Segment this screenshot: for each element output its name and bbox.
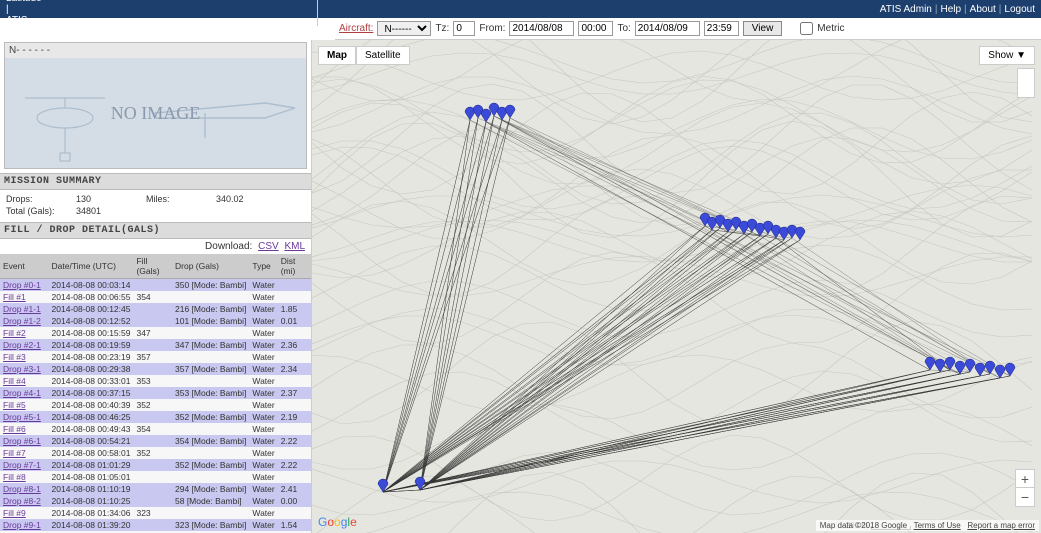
google-logo: Google [318, 515, 357, 529]
event-link[interactable]: Fill #6 [3, 424, 26, 434]
event-link[interactable]: Fill #3 [3, 352, 26, 362]
event-link[interactable]: Fill #4 [3, 376, 26, 386]
event-link[interactable]: Drop #2-1 [3, 340, 41, 350]
zoom-in-button[interactable]: + [1016, 470, 1034, 488]
tz-input[interactable] [453, 21, 475, 36]
table-row: Drop #8-22014-08-08 01:10:2558 [Mode: Ba… [0, 495, 311, 507]
event-link[interactable]: Drop #7-1 [3, 460, 41, 470]
show-overlay-button[interactable]: Show ▼ [979, 46, 1035, 65]
event-link[interactable]: Drop #4-1 [3, 388, 41, 398]
event-link[interactable]: Fill #5 [3, 400, 26, 410]
no-image-text: NO IMAGE [111, 103, 201, 124]
table-row: Fill #12014-08-08 00:06:55354Water [0, 291, 311, 303]
event-link[interactable]: Fill #9 [3, 508, 26, 518]
table-row: Fill #22014-08-08 00:15:59347Water [0, 327, 311, 339]
map-type-satellite-button[interactable]: Satellite [356, 46, 410, 65]
event-link[interactable]: Fill #2 [3, 328, 26, 338]
event-link[interactable]: Fill #7 [3, 448, 26, 458]
download-csv-link[interactable]: CSV [258, 241, 279, 252]
detail-scroll[interactable]: EventDate/Time (UTC)Fill (Gals)Drop (Gal… [0, 254, 311, 533]
filter-bar: Aircraft: N------ Tz: From: To: View Met… [335, 18, 1041, 40]
table-row: Drop #4-12014-08-08 00:37:15353 [Mode: B… [0, 387, 311, 399]
from-time-input[interactable] [578, 21, 613, 36]
table-row: Fill #82014-08-08 01:05:01Water [0, 471, 311, 483]
event-link[interactable]: Drop #8-2 [3, 496, 41, 506]
report-error-link[interactable]: Report a map error [967, 521, 1035, 530]
table-row: Fill #72014-08-08 00:58:01352Water [0, 447, 311, 459]
aircraft-select[interactable]: N------ [377, 21, 431, 36]
mission-summary-heading: MISSION SUMMARY [0, 173, 311, 190]
topnav-atis-admin[interactable]: ATIS Admin [880, 4, 932, 15]
terms-link[interactable]: Terms of Use [914, 521, 961, 530]
table-row: Fill #62014-08-08 00:49:43354Water [0, 423, 311, 435]
detail-table: EventDate/Time (UTC)Fill (Gals)Drop (Gal… [0, 254, 311, 533]
table-row: Drop #7-12014-08-08 01:01:29352 [Mode: B… [0, 459, 311, 471]
event-link[interactable]: Drop #6-1 [3, 436, 41, 446]
top-bar: Latitude | ATIS ATIS Admin|Help|About|Lo… [0, 0, 1041, 18]
table-row: Fill #42014-08-08 00:33:01353Water [0, 375, 311, 387]
from-date-input[interactable] [509, 21, 574, 36]
event-link[interactable]: Fill #8 [3, 472, 26, 482]
to-date-input[interactable] [635, 21, 700, 36]
view-button[interactable]: View [743, 21, 783, 36]
zoom-out-button[interactable]: − [1016, 488, 1034, 506]
mission-summary: Drops:130Miles:340.02Total (Gals):34801 [0, 190, 311, 222]
table-row: Drop #0-12014-08-08 00:03:14350 [Mode: B… [0, 279, 311, 292]
table-row: Fill #92014-08-08 01:34:06323Water [0, 507, 311, 519]
table-row: Drop #2-12014-08-08 00:19:59347 [Mode: B… [0, 339, 311, 351]
table-row: Fill #32014-08-08 00:23:19357Water [0, 351, 311, 363]
event-link[interactable]: Drop #3-1 [3, 364, 41, 374]
table-row: Fill #52014-08-08 00:40:39352Water [0, 399, 311, 411]
fullscreen-icon[interactable] [1017, 68, 1035, 98]
map-attribution: Map data ©2018 Google Terms of Use Repor… [816, 520, 1039, 531]
metric-checkbox[interactable] [800, 22, 813, 35]
metric-label: Metric [817, 23, 844, 34]
table-row: Drop #9-12014-08-08 01:39:20323 [Mode: B… [0, 519, 311, 531]
event-link[interactable]: Drop #8-1 [3, 484, 41, 494]
to-label: To: [617, 23, 630, 34]
event-link[interactable]: Drop #9-1 [3, 520, 41, 530]
aircraft-box: N- - - - - - NO IMAGE [4, 42, 307, 169]
aircraft-label[interactable]: Aircraft: [339, 23, 373, 34]
table-row: Drop #8-12014-08-08 01:10:19294 [Mode: B… [0, 483, 311, 495]
download-row: Download: CSV KML [0, 239, 311, 254]
table-row: Drop #6-12014-08-08 00:54:21354 [Mode: B… [0, 435, 311, 447]
event-link[interactable]: Drop #0-1 [3, 280, 41, 290]
map[interactable]: Map Satellite Show ▼ + − Google 200 m Ma… [312, 40, 1041, 533]
topnav-help[interactable]: Help [940, 4, 961, 15]
map-type-map-button[interactable]: Map [318, 46, 356, 65]
from-label: From: [479, 23, 505, 34]
table-row: Drop #3-12014-08-08 00:29:38357 [Mode: B… [0, 363, 311, 375]
aircraft-reg: N- - - - - - [5, 43, 306, 58]
tz-label: Tz: [435, 23, 449, 34]
topnav-logout[interactable]: Logout [1004, 4, 1035, 15]
map-canvas [312, 40, 1041, 533]
top-nav: ATIS Admin|Help|About|Logout [880, 4, 1035, 15]
event-link[interactable]: Drop #5-1 [3, 412, 41, 422]
table-row: Drop #5-12014-08-08 00:46:25352 [Mode: B… [0, 411, 311, 423]
event-link[interactable]: Drop #1-1 [3, 304, 41, 314]
to-time-input[interactable] [704, 21, 739, 36]
download-kml-link[interactable]: KML [284, 241, 305, 252]
left-panel: N- - - - - - NO IMAGE [0, 40, 312, 533]
table-row: Drop #1-12014-08-08 00:12:45216 [Mode: B… [0, 303, 311, 315]
event-link[interactable]: Fill #1 [3, 292, 26, 302]
table-row: Drop #1-22014-08-08 00:12:52101 [Mode: B… [0, 315, 311, 327]
event-link[interactable]: Drop #1-2 [3, 316, 41, 326]
zoom-control: + − [1015, 469, 1035, 507]
topnav-about[interactable]: About [970, 4, 996, 15]
fill-drop-heading: FILL / DROP DETAIL(GALS) [0, 222, 311, 239]
brand-atis-link[interactable]: ATIS [6, 15, 317, 26]
aircraft-image-placeholder: NO IMAGE [5, 58, 306, 168]
